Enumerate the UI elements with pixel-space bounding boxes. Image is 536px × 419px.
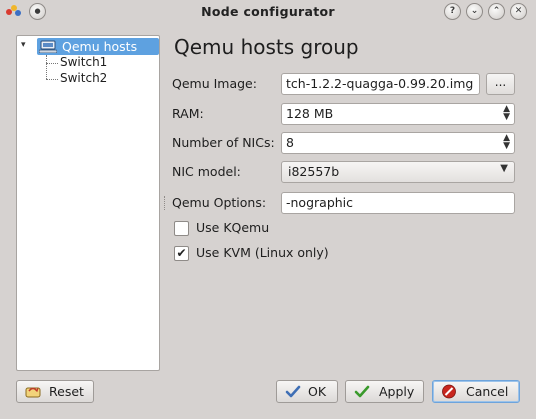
close-icon: ✕ (514, 6, 523, 16)
nic-model-select[interactable]: i82557b ▼ (281, 161, 515, 183)
qemu-options-label: Qemu Options: (172, 195, 267, 210)
check-icon (285, 384, 301, 399)
title-bar: ● Node configurator ? ⌄ ⌃ ✕ (0, 0, 536, 24)
use-kvm-checkbox[interactable]: ✔ (174, 246, 189, 261)
tree-item-label: Qemu hosts (62, 39, 138, 54)
nics-label: Number of NICs: (172, 135, 275, 150)
qemu-image-field[interactable]: tch-1.2.2-quagga-0.99.20.img (281, 73, 480, 95)
minimize-button[interactable]: ⌄ (466, 3, 483, 20)
nics-spinbox[interactable]: 8 ▲ ▼ (281, 132, 515, 154)
spin-arrows-icon[interactable]: ▲ ▼ (503, 105, 510, 122)
use-kvm-label: Use KVM (Linux only) (196, 245, 329, 260)
use-kqemu-checkbox[interactable] (174, 221, 189, 236)
page-title: Qemu hosts group (174, 35, 359, 59)
close-window-button[interactable]: ✕ (510, 3, 527, 20)
tree-branch-line (46, 55, 47, 79)
spin-arrows-icon[interactable]: ▲ ▼ (503, 134, 510, 151)
cancel-button[interactable]: Cancel (432, 380, 520, 403)
maximize-button[interactable]: ⌃ (488, 3, 505, 20)
reset-label: Reset (49, 384, 84, 399)
tree-branch-line (46, 79, 58, 80)
node-tree[interactable]: ▾ Qemu hosts Switch1 Switch2 (16, 35, 160, 371)
tree-item-qemu-hosts[interactable]: Qemu hosts (37, 38, 159, 55)
computer-icon (38, 40, 58, 54)
maximize-icon: ⌃ (492, 6, 501, 16)
ram-value: 128 MB (286, 106, 334, 121)
tree-item-switch1[interactable]: Switch1 (60, 55, 107, 69)
use-kqemu-label: Use KQemu (196, 220, 270, 235)
nics-value: 8 (286, 135, 294, 150)
nic-model-label: NIC model: (172, 164, 241, 179)
checkmark-icon: ✔ (176, 246, 187, 260)
browse-image-button[interactable]: ... (486, 73, 515, 95)
ram-spinbox[interactable]: 128 MB ▲ ▼ (281, 103, 515, 125)
chevron-down-icon: ▼ (500, 163, 508, 174)
ok-button[interactable]: OK (276, 380, 338, 403)
browse-label: ... (494, 75, 507, 89)
check-icon (354, 384, 370, 399)
nic-model-value: i82557b (288, 164, 340, 179)
apply-button[interactable]: Apply (345, 380, 424, 403)
expand-arrow-icon[interactable]: ▾ (21, 40, 26, 50)
reset-button[interactable]: Reset (16, 380, 94, 403)
splitter-handle[interactable] (164, 196, 166, 210)
minimize-icon: ⌄ (470, 6, 479, 16)
cancel-label: Cancel (466, 384, 509, 399)
tree-item-switch2[interactable]: Switch2 (60, 71, 107, 85)
reset-icon (25, 384, 41, 399)
ram-label: RAM: (172, 106, 204, 121)
tree-branch-line (46, 63, 58, 64)
ok-label: OK (308, 384, 327, 399)
cancel-icon (441, 384, 457, 399)
qemu-options-value: -nographic (286, 195, 354, 210)
qemu-image-value: tch-1.2.2-quagga-0.99.20.img (286, 76, 474, 91)
node-configurator-window: ● Node configurator ? ⌄ ⌃ ✕ ▾ Qemu hosts… (0, 0, 536, 419)
qemu-image-label: Qemu Image: (172, 76, 257, 91)
help-icon: ? (449, 6, 456, 16)
qemu-options-field[interactable]: -nographic (281, 192, 515, 214)
help-button[interactable]: ? (444, 3, 461, 20)
apply-label: Apply (379, 384, 415, 399)
